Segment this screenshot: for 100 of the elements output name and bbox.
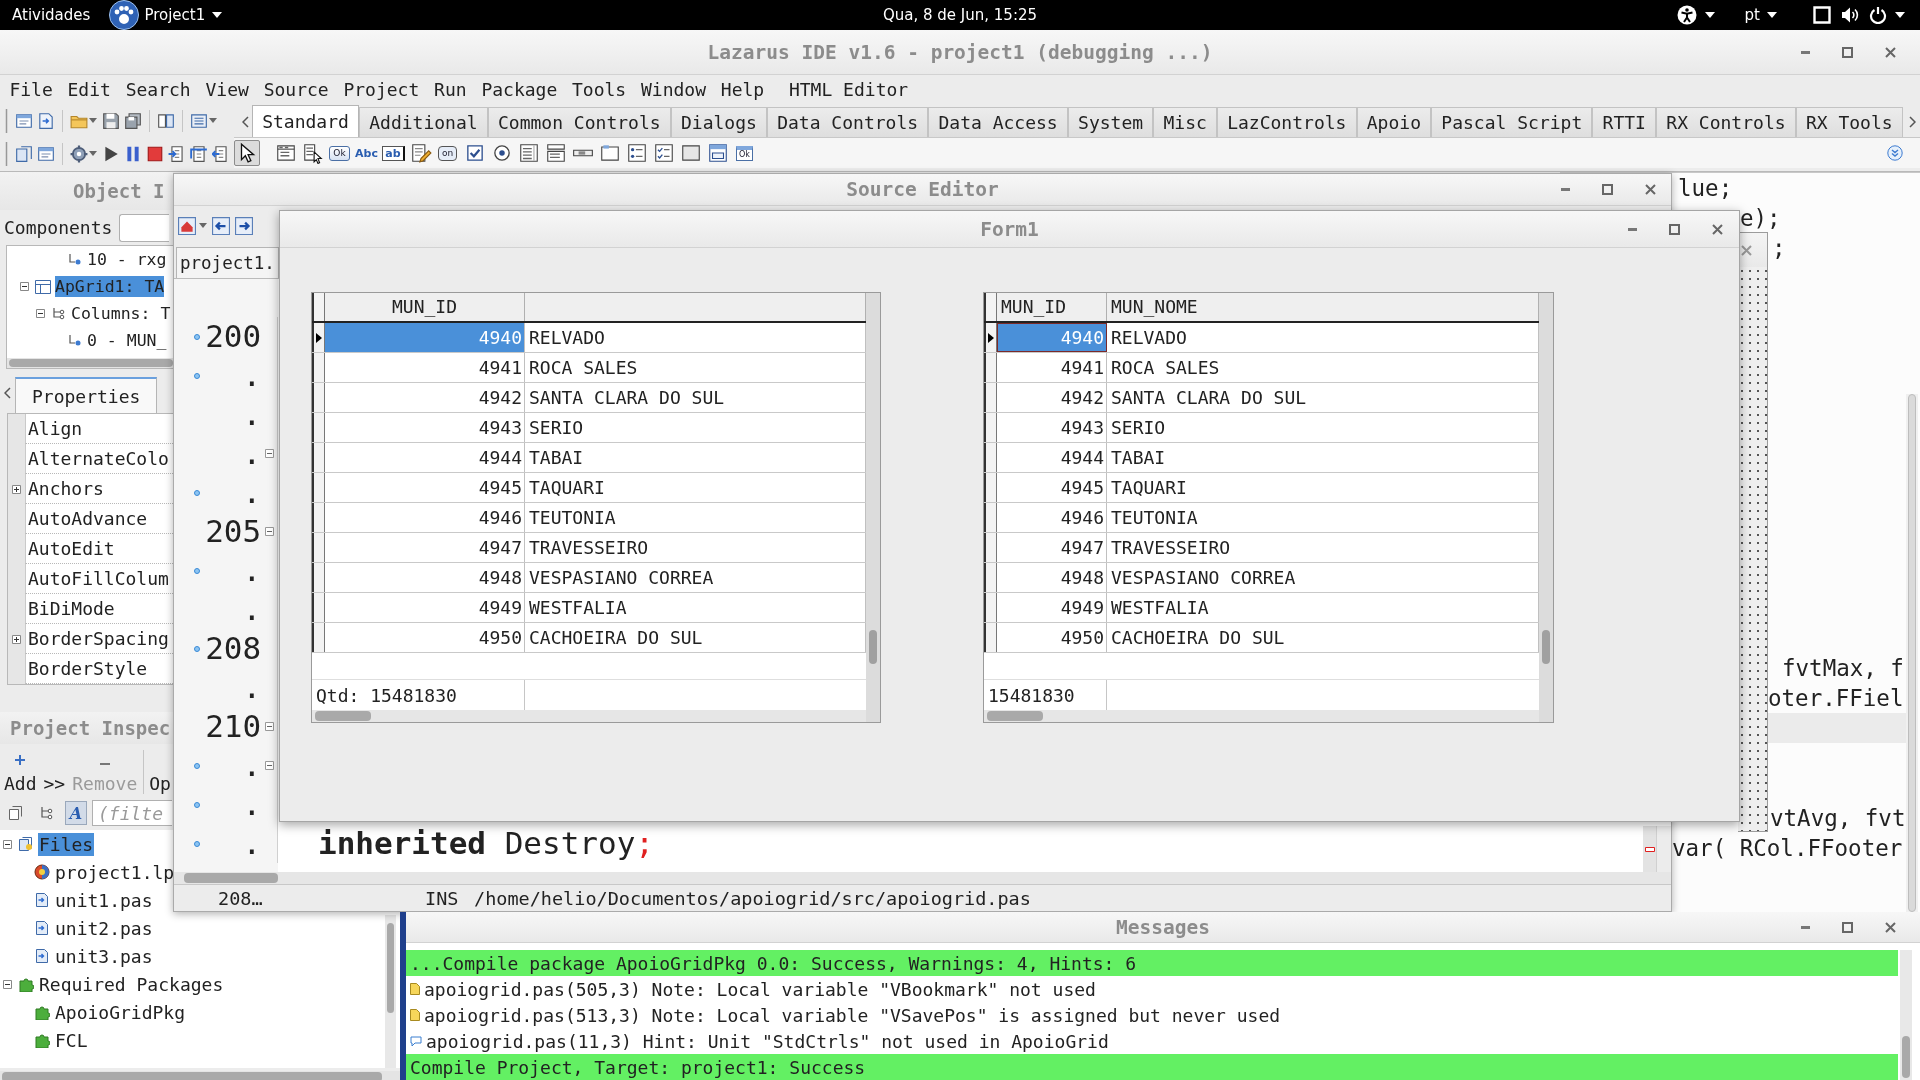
menu-item[interactable]: HTML Editor [781,78,916,100]
caret-icon[interactable] [1704,12,1715,18]
menu-item[interactable]: Window [633,78,714,100]
table-cell[interactable]: 4943 [325,413,525,442]
menu-item[interactable]: Project [336,78,427,100]
collapse-icon[interactable] [3,839,12,849]
row-header-cell[interactable] [984,443,997,472]
table-cell[interactable]: 4945 [997,473,1107,502]
row-header-cell[interactable] [312,593,325,622]
components-field[interactable] [119,213,170,242]
tree-item[interactable]: ApGrid1: TA [55,276,165,297]
palette-tab[interactable]: Data Controls [767,107,929,137]
chevron-right-icon[interactable] [1908,116,1916,128]
table-cell[interactable]: 4948 [325,563,525,592]
tree-item[interactable]: FCL [54,1028,89,1052]
table-cell[interactable]: 4947 [997,533,1107,562]
maximize-icon[interactable] [1602,184,1613,195]
menu-item[interactable]: File [2,78,61,100]
palette-tab[interactable]: Pascal Script [1431,107,1593,137]
caret-icon[interactable] [1895,12,1905,18]
floppy-disks-icon[interactable] [124,111,142,130]
minimize-icon[interactable] [1801,925,1810,929]
fold-icon[interactable] [264,449,274,458]
row-header-cell[interactable] [984,323,997,352]
tree-item[interactable]: Required Packages [38,972,225,996]
fold-icon[interactable] [264,527,274,536]
chevron-left-icon[interactable] [242,116,249,128]
message-row[interactable]: apoiogrid.pas(513,3) Note: Local variable "VSavePos" is assigned but never used [406,1002,1898,1028]
table-cell[interactable]: 4946 [325,503,525,532]
row-header-cell[interactable] [312,443,325,472]
tree-item[interactable]: unit2.pas [54,916,154,940]
close-icon[interactable] [1741,244,1752,256]
row-header-cell[interactable] [984,533,997,562]
row-header-cell[interactable] [984,383,997,412]
palette-tab[interactable]: Standard [252,105,360,137]
close-icon[interactable] [1885,46,1896,58]
step-into-icon[interactable] [168,144,186,163]
speaker-icon[interactable] [1841,6,1859,24]
table-cell[interactable]: 4942 [997,383,1107,412]
clock-button[interactable]: Qua, 8 de Jun, 15:25 [882,6,1038,24]
message-row[interactable]: apoiogrid.pas(505,3) Note: Local variable "VBookmark" not used [406,976,1898,1002]
maximize-icon[interactable] [1669,223,1680,235]
tree-item[interactable]: ApoioGridPkg [54,1000,187,1024]
accessibility-icon[interactable] [1676,5,1697,25]
document-arrow-icon[interactable] [37,111,55,130]
row-header-cell[interactable] [312,353,325,382]
step-over-icon[interactable] [190,144,208,163]
palette-tool-button[interactable]: on [434,140,461,166]
pause-icon[interactable] [124,144,142,163]
app-menu-button[interactable]: Project1 [144,6,223,24]
expand-icon[interactable] [12,484,21,494]
maximize-icon[interactable] [1842,46,1853,58]
power-icon[interactable] [1869,6,1887,24]
palette-tab[interactable]: Misc [1153,107,1217,137]
menu-item[interactable]: Tools [564,78,634,100]
alphabetical-toggle[interactable]: A [65,801,87,825]
vertical-scrollbar[interactable] [385,915,396,1068]
palette-tool-button[interactable]: Ok [326,140,353,166]
menu-item[interactable]: Source [256,78,337,100]
table-cell[interactable]: 4948 [997,563,1107,592]
expand-icon[interactable] [12,634,21,644]
row-header-cell[interactable] [312,323,325,352]
tree-item[interactable]: Files [38,832,95,856]
fold-icon[interactable] [264,761,274,770]
menu-item[interactable]: View [198,78,257,100]
menu-item[interactable]: Help [713,78,772,100]
vertical-scrollbar[interactable] [1539,293,1553,722]
tree-item[interactable]: Columns: T [71,303,171,324]
gear-icon[interactable] [70,144,88,163]
row-header-cell[interactable] [312,533,325,562]
close-icon[interactable] [1645,184,1656,195]
table-cell[interactable]: 4950 [997,623,1107,652]
collapse-icon[interactable] [20,282,29,291]
form-window-icon[interactable] [37,144,55,163]
horizontal-scrollbar[interactable] [174,872,1671,884]
data-grid[interactable] [983,292,1554,723]
row-header-cell[interactable] [984,413,997,442]
palette-tab[interactable]: RTTI [1592,107,1657,137]
palette-tab[interactable]: Apoio [1356,107,1432,137]
table-cell[interactable]: 4942 [325,383,525,412]
more-button[interactable]: >> [43,746,66,796]
message-row[interactable]: Compile Project, Target: project1: Success [406,1054,1898,1080]
message-row[interactable]: apoiogrid.pas(11,3) Hint: Unit "StdCtrls" not used in ApoioGrid [406,1028,1898,1054]
units-icon[interactable] [15,144,33,163]
row-header-cell[interactable] [312,623,325,652]
toggle-form-unit-icon[interactable] [157,111,175,130]
options-button[interactable]: Op [149,746,171,796]
maximize-icon[interactable] [1842,921,1853,933]
form-list-icon[interactable] [190,111,208,130]
row-header-cell[interactable] [312,413,325,442]
keyboard-layout-button[interactable]: pt [1744,6,1777,24]
form-window-icon[interactable] [15,111,33,130]
palette-tab[interactable]: System [1067,107,1154,137]
table-cell[interactable]: 4943 [997,413,1107,442]
row-header-cell[interactable] [984,473,997,502]
palette-tool-button[interactable] [234,140,260,166]
jump-icon[interactable] [178,216,196,235]
table-cell[interactable]: 4946 [997,503,1107,532]
column-header[interactable]: MUN_ID [997,293,1107,321]
row-header-cell[interactable] [984,293,997,321]
